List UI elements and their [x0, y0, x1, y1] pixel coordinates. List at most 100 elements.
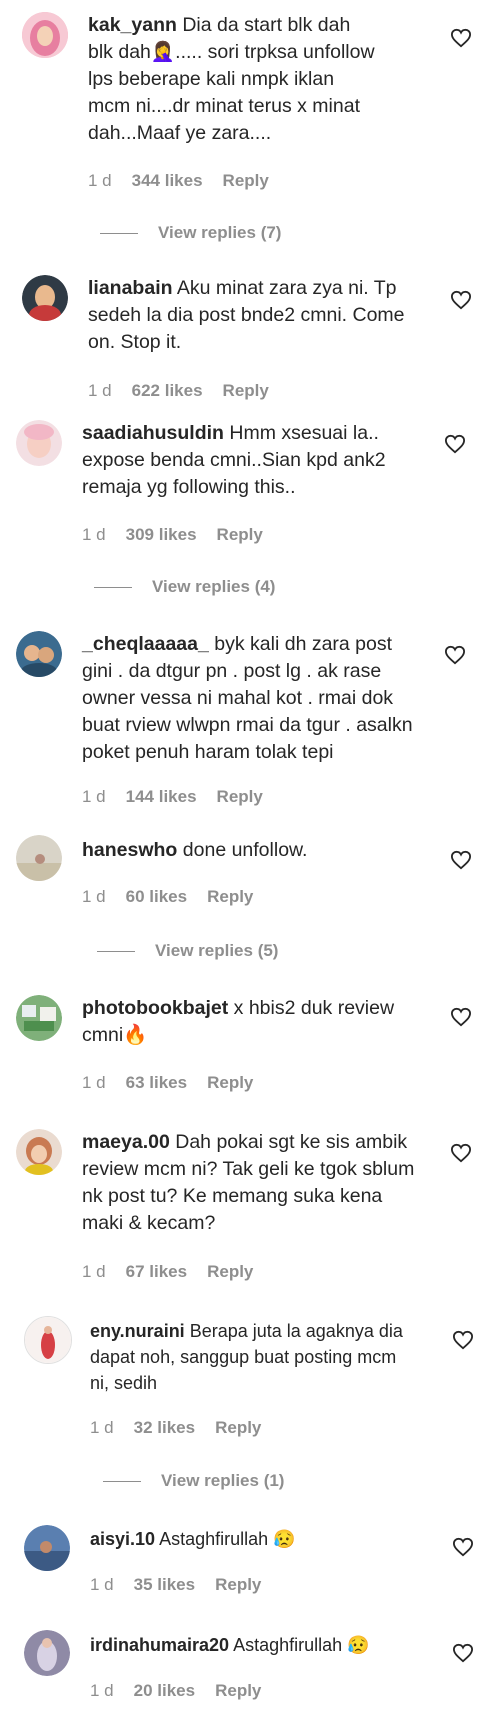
- avatar-image: [22, 12, 68, 58]
- comment-time: 1 d: [82, 787, 106, 806]
- reply-button[interactable]: Reply: [223, 381, 269, 400]
- like-heart-icon[interactable]: [450, 850, 472, 870]
- comment-likes[interactable]: 35 likes: [134, 1575, 195, 1594]
- comment-meta: 1 d 20 likes Reply: [90, 1681, 281, 1701]
- comment-username[interactable]: _cheqlaaaaa_: [82, 633, 209, 655]
- avatar[interactable]: [16, 420, 62, 466]
- comment-meta: 1 d 67 likes Reply: [82, 1262, 273, 1282]
- comment-username[interactable]: kak_yann: [88, 14, 177, 36]
- comment-body: aisyi.10 Astaghfirullah 😥: [90, 1526, 420, 1552]
- comment-time: 1 d: [82, 1073, 106, 1092]
- like-heart-icon[interactable]: [444, 434, 466, 454]
- reply-button[interactable]: Reply: [223, 171, 269, 190]
- reply-button[interactable]: Reply: [207, 887, 253, 906]
- comment-time: 1 d: [90, 1681, 114, 1700]
- avatar[interactable]: [22, 12, 68, 58]
- comment-body: irdinahumaira20 Astaghfirullah 😥: [90, 1632, 420, 1658]
- comment-meta: 1 d 309 likes Reply: [82, 525, 283, 545]
- comment-likes[interactable]: 67 likes: [126, 1262, 187, 1281]
- like-heart-icon[interactable]: [450, 290, 472, 310]
- like-heart-icon[interactable]: [450, 1007, 472, 1027]
- comment-likes[interactable]: 60 likes: [126, 887, 187, 906]
- comment-username[interactable]: haneswho: [82, 839, 177, 861]
- comment-username[interactable]: aisyi.10: [90, 1529, 155, 1549]
- comment-meta: 1 d 32 likes Reply: [90, 1418, 281, 1438]
- avatar[interactable]: [16, 995, 62, 1041]
- avatar[interactable]: [24, 1316, 72, 1364]
- avatar-image: [25, 1317, 71, 1363]
- comment-meta: 1 d 344 likes Reply: [88, 171, 289, 191]
- like-heart-icon[interactable]: [450, 1143, 472, 1163]
- reply-button[interactable]: Reply: [207, 1073, 253, 1092]
- comment-time: 1 d: [88, 171, 112, 190]
- avatar[interactable]: [22, 275, 68, 321]
- comment-meta: 1 d 60 likes Reply: [82, 887, 273, 907]
- view-replies-button[interactable]: View replies (5): [97, 941, 278, 961]
- comment-likes[interactable]: 144 likes: [126, 787, 197, 806]
- avatar-image: [16, 835, 62, 881]
- comment-username[interactable]: saadiahusuldin: [82, 422, 224, 444]
- divider: [94, 587, 132, 589]
- comment-likes[interactable]: 309 likes: [126, 525, 197, 544]
- comment-text: Astaghfirullah 😥: [159, 1529, 296, 1549]
- like-heart-icon[interactable]: [452, 1643, 474, 1663]
- reply-button[interactable]: Reply: [207, 1262, 253, 1281]
- like-heart-icon[interactable]: [450, 28, 472, 48]
- comment-time: 1 d: [82, 887, 106, 906]
- divider: [103, 1481, 141, 1483]
- avatar[interactable]: [16, 1129, 62, 1175]
- comment-likes[interactable]: 63 likes: [126, 1073, 187, 1092]
- comment-username[interactable]: lianabain: [88, 277, 173, 299]
- comment-body: _cheqlaaaaa_ byk kali dh zara post gini …: [82, 631, 427, 766]
- view-replies-label: View replies (4): [152, 577, 276, 596]
- comment-username[interactable]: eny.nuraini: [90, 1321, 185, 1341]
- avatar-image: [16, 995, 62, 1041]
- comment-time: 1 d: [90, 1418, 114, 1437]
- comment-time: 1 d: [82, 525, 106, 544]
- reply-button[interactable]: Reply: [217, 525, 263, 544]
- comment-username[interactable]: maeya.00: [82, 1131, 170, 1153]
- avatar[interactable]: [16, 631, 62, 677]
- divider: [100, 233, 138, 235]
- comment-likes[interactable]: 20 likes: [134, 1681, 195, 1700]
- comment-username[interactable]: irdinahumaira20: [90, 1635, 229, 1655]
- avatar[interactable]: [16, 835, 62, 881]
- comment-body: kak_yann Dia da start blk dah blk dah🤦‍♀…: [88, 12, 378, 147]
- comment-text: Astaghfirullah 😥: [233, 1635, 370, 1655]
- like-heart-icon[interactable]: [444, 645, 466, 665]
- like-heart-icon[interactable]: [452, 1537, 474, 1557]
- reply-button[interactable]: Reply: [217, 787, 263, 806]
- comment-meta: 1 d 63 likes Reply: [82, 1073, 273, 1093]
- view-replies-label: View replies (1): [161, 1471, 285, 1490]
- avatar[interactable]: [24, 1525, 70, 1571]
- comment-body: saadiahusuldin Hmm xsesuai la.. expose b…: [82, 420, 422, 501]
- avatar-image: [16, 631, 62, 677]
- comment-time: 1 d: [88, 381, 112, 400]
- reply-button[interactable]: Reply: [215, 1575, 261, 1594]
- avatar-image: [16, 420, 62, 466]
- reply-button[interactable]: Reply: [215, 1681, 261, 1700]
- comment-likes[interactable]: 622 likes: [132, 381, 203, 400]
- avatar-image: [24, 1525, 70, 1571]
- comment-body: eny.nuraini Berapa juta la agaknya dia d…: [90, 1318, 420, 1396]
- comment-body: haneswho done unfollow.: [82, 837, 427, 864]
- comment-likes[interactable]: 32 likes: [134, 1418, 195, 1437]
- comment-username[interactable]: photobookbajet: [82, 997, 228, 1019]
- comment-meta: 1 d 35 likes Reply: [90, 1575, 281, 1595]
- view-replies-label: View replies (7): [158, 223, 282, 242]
- divider: [97, 951, 135, 953]
- comment-body: photobookbajet x hbis2 duk review cmni🔥: [82, 995, 427, 1049]
- view-replies-label: View replies (5): [155, 941, 279, 960]
- comment-likes[interactable]: 344 likes: [132, 171, 203, 190]
- view-replies-button[interactable]: View replies (1): [103, 1471, 284, 1491]
- comment-time: 1 d: [82, 1262, 106, 1281]
- view-replies-button[interactable]: View replies (7): [100, 223, 281, 243]
- comment-time: 1 d: [90, 1575, 114, 1594]
- view-replies-button[interactable]: View replies (4): [94, 577, 275, 597]
- reply-button[interactable]: Reply: [215, 1418, 261, 1437]
- comment-meta: 1 d 144 likes Reply: [82, 787, 283, 807]
- comment-meta: 1 d 622 likes Reply: [88, 381, 289, 401]
- avatar[interactable]: [24, 1630, 70, 1676]
- like-heart-icon[interactable]: [452, 1330, 474, 1350]
- comment-text: done unfollow.: [182, 839, 308, 861]
